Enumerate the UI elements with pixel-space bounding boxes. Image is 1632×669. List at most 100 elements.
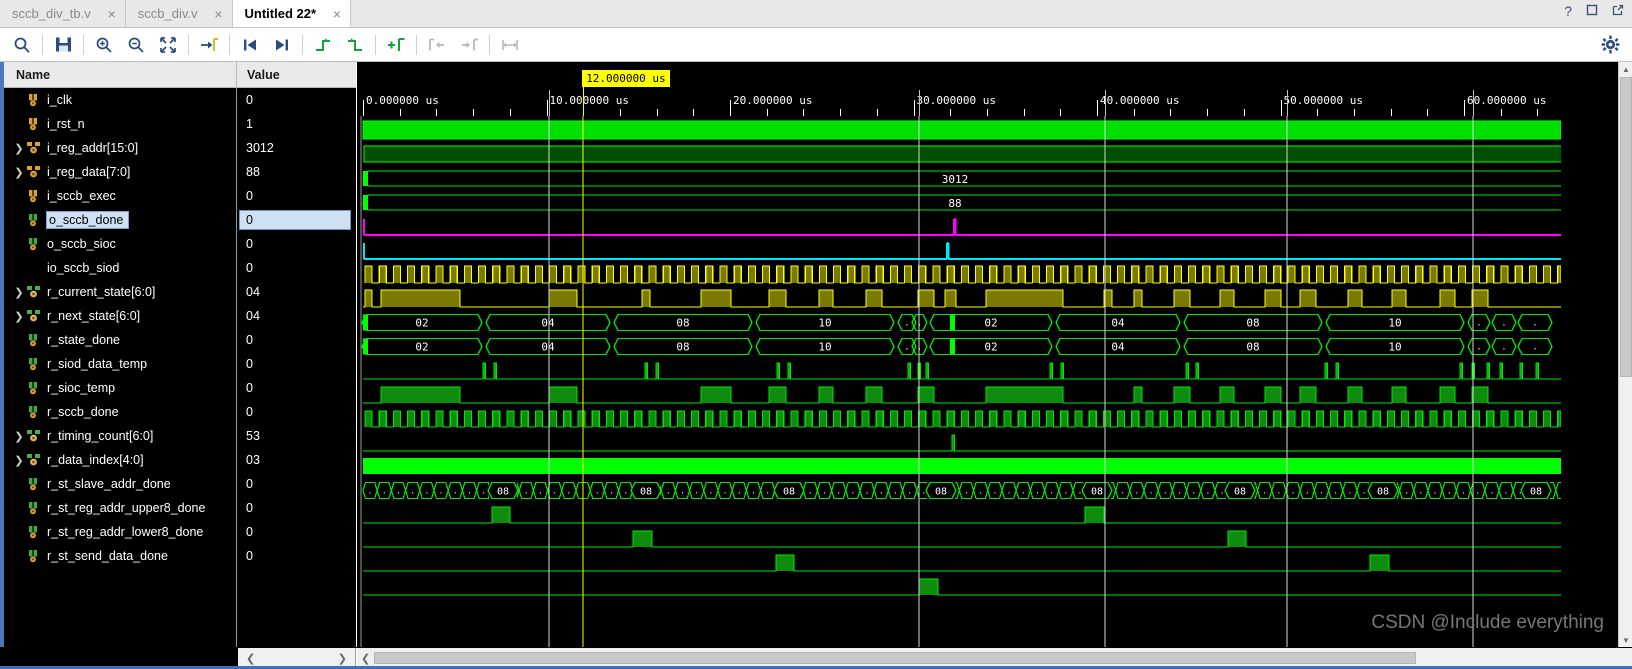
signal-type-icon: [26, 285, 42, 299]
signal-row-i_clk[interactable]: i_clk: [4, 88, 236, 112]
previous-transition-icon[interactable]: [236, 32, 264, 58]
signal-value-row[interactable]: 88: [238, 160, 356, 184]
next-transition-icon[interactable]: [268, 32, 296, 58]
add-marker-icon[interactable]: [382, 32, 410, 58]
signal-row-i_reg_addr150[interactable]: ❯ i_reg_addr[15:0]: [4, 136, 236, 160]
column-header-name[interactable]: Name: [4, 61, 237, 88]
expand-chevron-icon[interactable]: ❯: [12, 166, 26, 179]
float-window-icon[interactable]: [1612, 4, 1624, 18]
zoom-out-icon[interactable]: [122, 32, 150, 58]
signal-row-r_st_slave_addr_done[interactable]: r_st_slave_addr_done: [4, 472, 236, 496]
scroll-left-arrow[interactable]: ❮: [242, 652, 259, 665]
signal-row-r_timing_count60[interactable]: ❯ r_timing_count[6:0]: [4, 424, 236, 448]
expand-chevron-icon[interactable]: ❯: [12, 142, 26, 155]
time-ruler[interactable]: 0.000000 us 10.000000 us 20.000000 us 30.00…: [357, 90, 1561, 116]
toolbar-separator: [416, 34, 417, 55]
signal-value-row[interactable]: 3012: [238, 136, 356, 160]
close-icon[interactable]: ×: [330, 7, 344, 21]
ruler-time-label: 20.000000 us: [733, 94, 813, 107]
maximize-icon[interactable]: [1586, 4, 1598, 18]
expand-chevron-icon[interactable]: ❯: [12, 286, 26, 299]
horizontal-scroll-thumb[interactable]: [374, 652, 1417, 664]
signal-value-row[interactable]: 53: [238, 424, 356, 448]
scroll-up-arrow[interactable]: ▲: [1619, 62, 1632, 76]
ruler-minor-tick: [803, 109, 805, 116]
signal-row-r_sccb_done[interactable]: r_sccb_done: [4, 400, 236, 424]
signal-row-o_sccb_done[interactable]: o_sccb_done: [4, 208, 236, 232]
svg-text:.: .: [723, 487, 728, 496]
waveform-vertical-scrollbar[interactable]: ▲ ▼: [1618, 62, 1632, 647]
help-icon[interactable]: ?: [1564, 4, 1572, 18]
signal-value-row[interactable]: 0: [238, 544, 356, 568]
signal-value-row[interactable]: 0: [238, 256, 356, 280]
waveform-canvas[interactable]: 3012 88 02 04 08 10.. 02 04 08 10... 02 04 08 10.. 02 0…: [357, 116, 1561, 647]
previous-edge-icon[interactable]: [309, 32, 337, 58]
zoom-fit-icon[interactable]: [154, 32, 182, 58]
signal-row-r_st_send_data_done[interactable]: r_st_send_data_done: [4, 544, 236, 568]
close-icon[interactable]: ×: [105, 7, 119, 21]
signal-value-row[interactable]: 04: [238, 304, 356, 328]
zoom-in-icon[interactable]: [90, 32, 118, 58]
vertical-scroll-thumb[interactable]: [1620, 77, 1632, 377]
signal-value-row[interactable]: 0: [238, 232, 356, 256]
expand-chevron-icon[interactable]: ❯: [12, 430, 26, 443]
column-header-value[interactable]: Value: [237, 62, 356, 88]
search-icon[interactable]: [8, 32, 36, 58]
scroll-left-arrow[interactable]: ❮: [357, 652, 374, 665]
signal-value-row[interactable]: 04: [238, 280, 356, 304]
signal-row-r_data_index40[interactable]: ❯ r_data_index[4:0]: [4, 448, 236, 472]
signal-value-row[interactable]: 0: [238, 520, 356, 544]
gear-icon[interactable]: [1601, 35, 1620, 59]
signal-name-column[interactable]: i_clk i_rst_n ❯ i_reg_addr[15:0] ❯ i_reg_data…: [4, 88, 237, 647]
signal-row-r_st_reg_addr_lower8_done[interactable]: r_st_reg_addr_lower8_done: [4, 520, 236, 544]
next-edge-icon[interactable]: [341, 32, 369, 58]
svg-text:.: .: [368, 487, 373, 496]
tab-untitled-22[interactable]: Untitled 22* ×: [232, 0, 352, 27]
scroll-right-arrow[interactable]: ❯: [334, 652, 351, 665]
svg-text:.: .: [907, 487, 912, 496]
signal-value-row[interactable]: 03: [238, 448, 356, 472]
close-icon[interactable]: ×: [212, 7, 226, 21]
signal-value-row[interactable]: 1: [238, 112, 356, 136]
ruler-minor-tick: [986, 109, 988, 116]
signal-value-row[interactable]: 0: [238, 400, 356, 424]
svg-text:02: 02: [415, 317, 428, 330]
svg-text:.: .: [1532, 319, 1537, 329]
ruler-minor-tick: [1207, 109, 1209, 116]
save-icon[interactable]: [49, 32, 77, 58]
signal-row-i_rst_n[interactable]: i_rst_n: [4, 112, 236, 136]
signal-row-r_st_reg_addr_upper8_done[interactable]: r_st_reg_addr_upper8_done: [4, 496, 236, 520]
signal-row-r_sioc_temp[interactable]: r_sioc_temp: [4, 376, 236, 400]
tab-sccb-div[interactable]: sccb_div.v ×: [125, 0, 233, 27]
signal-type-icon: [26, 429, 42, 443]
svg-text:.: .: [1035, 487, 1040, 496]
signal-type-icon: [26, 141, 42, 155]
waveform-hscrollbar[interactable]: ❮: [357, 648, 1632, 668]
signal-value-row[interactable]: 0: [238, 472, 356, 496]
expand-chevron-icon[interactable]: ❯: [12, 454, 26, 467]
signal-value-label: 0: [246, 189, 253, 203]
signal-value-column[interactable]: 0 1 3012 88 0 0 0 0 04 04 0 0 0 0 53 03 0 0 0 0: [238, 88, 356, 647]
signal-value-row[interactable]: 0: [238, 352, 356, 376]
scroll-down-arrow[interactable]: ▼: [1619, 633, 1632, 647]
signal-row-i_sccb_exec[interactable]: i_sccb_exec: [4, 184, 236, 208]
tab-sccb-div-tb[interactable]: sccb_div_tb.v ×: [0, 0, 126, 27]
svg-text:.: .: [1007, 487, 1012, 496]
signal-row-r_current_state60[interactable]: ❯ r_current_state[6:0]: [4, 280, 236, 304]
signal-row-i_reg_data70[interactable]: ❯ i_reg_data[7:0]: [4, 160, 236, 184]
signal-type-icon: [26, 117, 42, 131]
signal-value-row[interactable]: 0: [238, 328, 356, 352]
signal-value-row[interactable]: 0: [238, 376, 356, 400]
signal-row-r_state_done[interactable]: r_state_done: [4, 328, 236, 352]
signal-row-r_next_state60[interactable]: ❯ r_next_state[6:0]: [4, 304, 236, 328]
snap-to-transition-icon[interactable]: [195, 32, 223, 58]
signal-value-row[interactable]: 0: [238, 88, 356, 112]
signal-value-row[interactable]: 0: [238, 208, 356, 232]
signal-value-row[interactable]: 0: [238, 184, 356, 208]
signal-row-r_siod_data_temp[interactable]: r_siod_data_temp: [4, 352, 236, 376]
signal-row-io_sccb_siod[interactable]: io_sccb_siod: [4, 256, 236, 280]
name-column-hscrollbar[interactable]: ❮ ❯: [238, 648, 356, 668]
signal-value-row[interactable]: 0: [238, 496, 356, 520]
expand-chevron-icon[interactable]: ❯: [12, 310, 26, 323]
signal-row-o_sccb_sioc[interactable]: o_sccb_sioc: [4, 232, 236, 256]
